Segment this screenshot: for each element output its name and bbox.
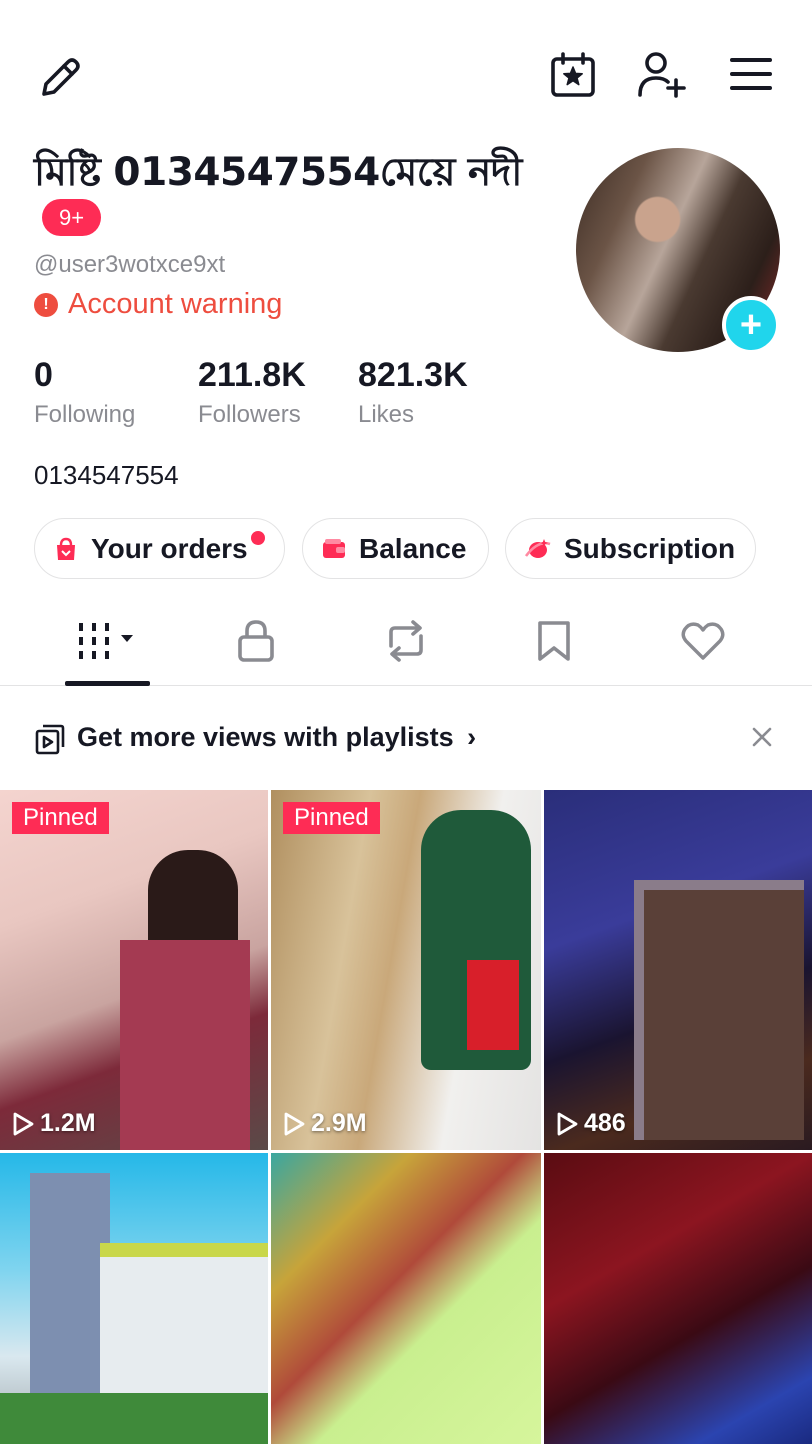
- playlist-icon: [35, 724, 65, 755]
- likes-label: Likes: [358, 401, 415, 428]
- thumbnail-figure-dress: [120, 940, 250, 1150]
- playlist-promo-banner[interactable]: Get more views with playlists ›: [0, 688, 812, 788]
- balance-button[interactable]: Balance: [302, 518, 489, 579]
- shop-bag-icon: [57, 537, 75, 560]
- account-warning[interactable]: ! Account warning: [34, 288, 282, 321]
- thumbnail-figure-sash: [467, 960, 519, 1050]
- view-count: 486: [556, 1109, 626, 1138]
- play-icon: [13, 1112, 34, 1135]
- active-tab-indicator: [65, 681, 150, 686]
- video-thumbnail[interactable]: [0, 1153, 268, 1444]
- video-grid: Pinned 1.2M Pinned 2.9M 486: [0, 790, 812, 1444]
- video-thumbnail[interactable]: 486: [544, 790, 812, 1150]
- view-count-value: 1.2M: [40, 1109, 96, 1137]
- stat-following[interactable]: 0 Following: [34, 356, 135, 429]
- stat-likes[interactable]: 821.3K Likes: [358, 356, 468, 429]
- tab-private[interactable]: [206, 596, 306, 686]
- following-label: Following: [34, 401, 136, 428]
- pinned-badge: Pinned: [12, 802, 109, 834]
- wallet-icon: [323, 538, 345, 558]
- top-bar: [0, 0, 812, 150]
- video-thumbnail[interactable]: Pinned 2.9M: [271, 790, 541, 1150]
- add-friend-icon[interactable]: [636, 50, 688, 100]
- menu-hamburger-icon[interactable]: [728, 54, 774, 94]
- bio-text: 0134547554: [34, 460, 179, 490]
- your-orders-label: Your orders: [91, 532, 248, 564]
- video-thumbnail[interactable]: [544, 1153, 812, 1444]
- play-icon: [557, 1112, 578, 1135]
- tab-favorites[interactable]: [504, 596, 604, 686]
- followers-count: 211.8K: [198, 356, 306, 394]
- balance-label: Balance: [359, 532, 467, 564]
- promo-label: Get more views with playlists: [77, 722, 454, 752]
- subscription-icon: [524, 538, 551, 558]
- lock-icon: [238, 620, 274, 662]
- account-warning-label: Account warning: [68, 288, 283, 320]
- subscription-label: Subscription: [564, 532, 736, 564]
- pinned-badge: Pinned: [283, 802, 380, 834]
- thumbnail-doorframe: [634, 880, 804, 1140]
- tab-videos[interactable]: [58, 596, 158, 686]
- view-count-value: 486: [584, 1109, 626, 1137]
- promo-text: Get more views with playlists ›: [77, 722, 476, 753]
- add-avatar-plus-icon[interactable]: +: [722, 296, 780, 354]
- followers-label: Followers: [198, 401, 301, 428]
- grid-bars-icon: [79, 623, 133, 659]
- profile-tabs: [0, 596, 812, 686]
- chevron-right-icon: ›: [467, 722, 477, 752]
- thumbnail-building: [30, 1173, 110, 1423]
- tab-liked[interactable]: [653, 596, 753, 686]
- warning-icon: !: [34, 292, 58, 317]
- repost-icon: [389, 620, 423, 662]
- play-icon: [284, 1112, 305, 1135]
- heart-icon: [681, 622, 725, 660]
- thumbnail-trees: [0, 1393, 268, 1444]
- video-thumbnail[interactable]: Pinned 1.2M: [0, 790, 268, 1150]
- orders-notification-dot: [251, 531, 265, 545]
- view-count: 1.2M: [12, 1109, 96, 1138]
- view-count: 2.9M: [283, 1109, 367, 1138]
- subscription-button[interactable]: Subscription: [505, 518, 756, 579]
- likes-count: 821.3K: [358, 356, 468, 394]
- edit-pencil-icon[interactable]: [34, 52, 86, 100]
- stat-followers[interactable]: 211.8K Followers: [198, 356, 306, 429]
- username-handle: @user3wotxce9xt: [34, 251, 226, 278]
- bookmark-icon: [538, 621, 570, 661]
- view-count-value: 2.9M: [311, 1109, 367, 1137]
- calendar-star-icon[interactable]: [548, 50, 598, 100]
- tab-reposts[interactable]: [356, 596, 456, 686]
- display-name: মিষ্টি 0134547554মেয়ে নদী: [34, 150, 522, 195]
- close-icon[interactable]: [752, 727, 772, 747]
- notification-badge[interactable]: 9+: [42, 199, 101, 236]
- video-thumbnail[interactable]: [271, 1153, 541, 1444]
- your-orders-button[interactable]: Your orders: [34, 518, 285, 579]
- avatar-container[interactable]: +: [576, 148, 780, 354]
- following-count: 0: [34, 356, 53, 394]
